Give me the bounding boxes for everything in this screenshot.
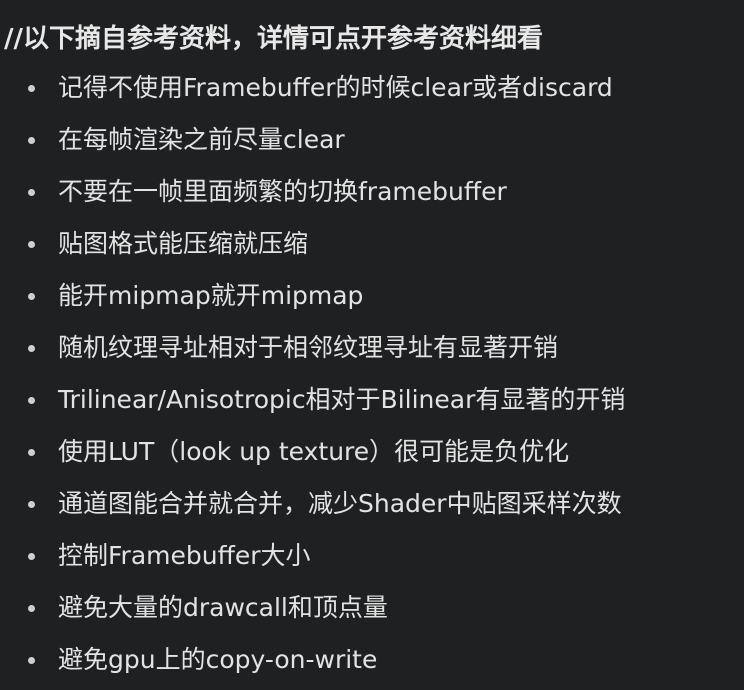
comment-heading: //以下摘自参考资料，详情可点开参考资料细看 — [4, 24, 543, 54]
list-item-text: 贴图格式能压缩就压缩 — [58, 229, 309, 258]
tips-list: 记得不使用Framebuffer的时候clear或者discard 在每帧渲染之… — [0, 62, 744, 686]
list-item-text: 避免gpu上的copy-on-write — [58, 645, 378, 674]
bullet-icon — [28, 657, 35, 664]
document-body: //以下摘自参考资料，详情可点开参考资料细看 记得不使用Framebuffer的… — [0, 0, 744, 690]
bullet-icon — [28, 449, 35, 456]
list-item-text: 避免大量的drawcall和顶点量 — [58, 593, 388, 622]
list-item-text: 能开mipmap就开mipmap — [58, 281, 364, 310]
list-item-text: 在每帧渲染之前尽量clear — [58, 125, 345, 154]
bullet-icon — [28, 345, 35, 352]
list-item-text: 随机纹理寻址相对于相邻纹理寻址有显著开销 — [58, 333, 559, 362]
list-item: 避免gpu上的copy-on-write — [0, 634, 744, 686]
list-item-text: Trilinear/Anisotropic相对于Bilinear有显著的开销 — [58, 385, 626, 414]
bullet-icon — [28, 189, 35, 196]
list-item-text: 通道图能合并就合并，减少Shader中贴图采样次数 — [58, 489, 622, 518]
list-item: 贴图格式能压缩就压缩 — [0, 218, 744, 270]
list-item: 记得不使用Framebuffer的时候clear或者discard — [0, 62, 744, 114]
list-item: 避免大量的drawcall和顶点量 — [0, 582, 744, 634]
bullet-icon — [28, 293, 35, 300]
list-item: Trilinear/Anisotropic相对于Bilinear有显著的开销 — [0, 374, 744, 426]
list-item: 随机纹理寻址相对于相邻纹理寻址有显著开销 — [0, 322, 744, 374]
bullet-icon — [28, 85, 35, 92]
list-item-text: 使用LUT（look up texture）很可能是负优化 — [58, 437, 570, 466]
bullet-icon — [28, 605, 35, 612]
list-item-text: 控制Framebuffer大小 — [58, 541, 311, 570]
bullet-icon — [28, 397, 35, 404]
list-item: 通道图能合并就合并，减少Shader中贴图采样次数 — [0, 478, 744, 530]
list-item: 能开mipmap就开mipmap — [0, 270, 744, 322]
list-item-text: 记得不使用Framebuffer的时候clear或者discard — [58, 73, 613, 102]
list-item: 使用LUT（look up texture）很可能是负优化 — [0, 426, 744, 478]
bullet-icon — [28, 137, 35, 144]
list-item-text: 不要在一帧里面频繁的切换framebuffer — [58, 177, 507, 206]
bullet-icon — [28, 241, 35, 248]
list-item: 在每帧渲染之前尽量clear — [0, 114, 744, 166]
list-item: 控制Framebuffer大小 — [0, 530, 744, 582]
bullet-icon — [28, 553, 35, 560]
bullet-icon — [28, 501, 35, 508]
list-item: 不要在一帧里面频繁的切换framebuffer — [0, 166, 744, 218]
